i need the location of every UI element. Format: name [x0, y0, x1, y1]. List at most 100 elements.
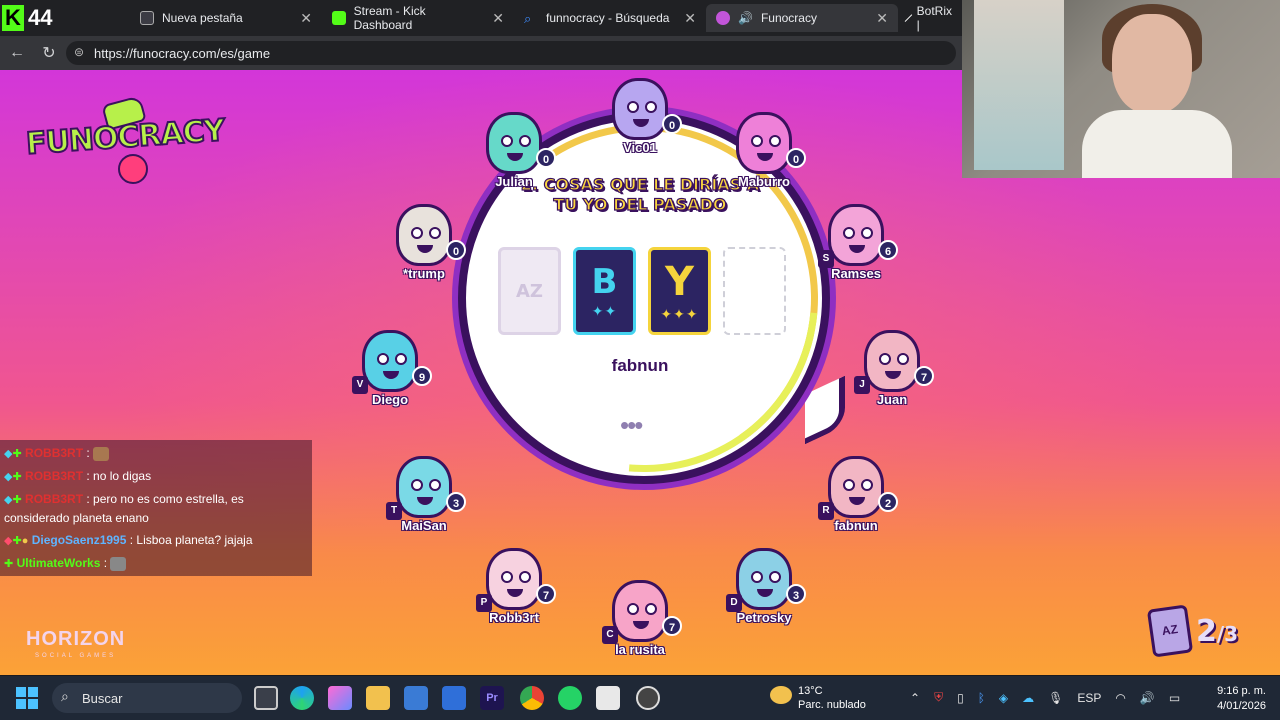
eye-icon [395, 353, 407, 365]
star-icon: ✦✦ [591, 304, 618, 320]
letter-slots: AZ B ✦✦ Y ✦✦✦ [498, 247, 786, 335]
weather-desc: Parc. nublado [798, 699, 866, 711]
usb-icon[interactable]: ▯ [957, 691, 964, 705]
tab-funocracy[interactable]: 🔊 Funocracy ✕ [706, 4, 898, 32]
player-score: 0 [446, 240, 466, 260]
close-icon[interactable]: ✕ [876, 10, 888, 27]
url-field[interactable]: ⊜ https://funocracy.com/es/game [66, 41, 956, 65]
player-name: *trump [403, 266, 445, 281]
player-card: P 7 Robb3rt [474, 548, 556, 638]
microphone-icon[interactable]: 🎙 [1048, 691, 1063, 705]
weather-temp: 13°C [798, 685, 823, 697]
premiere-icon[interactable]: Pr [480, 686, 504, 710]
battery-icon[interactable]: ▭ [1169, 691, 1180, 705]
chevron-up-icon[interactable]: ⌃ [910, 691, 920, 705]
tab-botrix[interactable]: BotRix | [898, 4, 962, 32]
mouth-icon [757, 589, 773, 597]
search-icon: ⌕ [524, 11, 532, 26]
player-card: 0 Vic01 [600, 78, 682, 168]
reload-icon[interactable]: ↻ [34, 43, 64, 63]
player-card: D 3 Petrosky [724, 548, 806, 638]
player-card: 0 Julian [474, 112, 556, 202]
player-avatar [612, 78, 668, 140]
player-score: 2 [878, 492, 898, 512]
bluetooth-icon[interactable]: ᛒ [978, 691, 985, 705]
tab-label: Stream - Kick Dashboard [353, 4, 426, 32]
edge-icon[interactable] [290, 686, 314, 710]
clock[interactable]: 9:16 p. m. 4/01/2026 [1206, 684, 1266, 714]
weather-widget[interactable]: 13°C Parc. nublado [770, 684, 866, 712]
chat-username: DiegoSaenz1995 [31, 533, 127, 547]
kick-count: 44 [28, 5, 53, 30]
tab-busqueda[interactable]: ⌕ funnocracy - Búsqueda ✕ [514, 4, 706, 32]
mouth-icon [849, 497, 865, 505]
task-view-icon[interactable] [254, 686, 278, 710]
capcut-icon[interactable] [596, 686, 620, 710]
webcam-feed [962, 0, 1280, 178]
eye-icon [627, 603, 639, 615]
whatsapp-icon[interactable] [558, 686, 582, 710]
tab-kick-dashboard[interactable]: Stream - Kick Dashboard ✕ [322, 4, 514, 32]
eye-icon [501, 571, 513, 583]
eye-icon [897, 353, 909, 365]
player-name: Robb3rt [489, 610, 539, 625]
windows-start-icon[interactable] [16, 687, 38, 709]
chat-username: ROBB3RT [25, 446, 84, 460]
system-tray: ⌃ ⛨ ▯ ᛒ ◈ ☁ 🎙 ESP ◠ 🔊 ▭ [910, 690, 1180, 705]
kick-icon [332, 11, 346, 25]
face-icon [118, 154, 148, 184]
eye-icon [519, 571, 531, 583]
player-score: 9 [412, 366, 432, 386]
letter-value: AZ [516, 280, 543, 302]
folder-icon[interactable] [366, 686, 390, 710]
close-icon[interactable]: ✕ [492, 10, 504, 27]
badge-icon: ● [21, 535, 29, 547]
mouth-icon [885, 371, 901, 379]
close-icon[interactable]: ✕ [684, 10, 696, 27]
chat-username: ROBB3RT [25, 469, 84, 483]
eye-icon [751, 135, 763, 147]
eye-icon [861, 227, 873, 239]
eye-icon [377, 353, 389, 365]
botrix-icon [904, 14, 913, 22]
player-avatar [864, 330, 920, 392]
mouth-icon [417, 497, 433, 505]
taskbar-search[interactable]: ⌕ Buscar [52, 683, 242, 713]
security-icon[interactable]: ◈ [999, 691, 1008, 705]
emote-icon [93, 446, 110, 461]
horizon-logo: HORIZON SOCIAL GAMES [26, 628, 125, 659]
tab-label: BotRix | [916, 4, 952, 32]
site-info-icon[interactable]: ⊜ [74, 45, 84, 59]
kick-logo-icon: K [2, 5, 24, 31]
tab-label: funnocracy - Búsqueda [546, 11, 670, 25]
back-arrow-icon[interactable]: ← [2, 44, 32, 62]
close-icon[interactable]: ✕ [300, 10, 312, 27]
outlook-icon[interactable] [442, 686, 466, 710]
mouth-icon [633, 119, 649, 127]
player-card: C 7 la rusita [600, 580, 682, 670]
wifi-icon[interactable]: ◠ [1115, 691, 1125, 705]
round-counter: 2/3 [1196, 614, 1238, 649]
chat-message: ◆✚ ROBB3RT : [4, 444, 308, 463]
player-name: la rusita [615, 642, 665, 657]
tab-nueva-pestana[interactable]: Nueva pestaña ✕ [130, 4, 322, 32]
chat-message: ◆✚● DiegoSaenz1995 : Lisboa planeta? jaj… [4, 531, 308, 550]
player-name: Petrosky [736, 610, 792, 625]
language-indicator[interactable]: ESP [1077, 691, 1101, 705]
tab-label: Nueva pestaña [162, 11, 243, 25]
onedrive-icon[interactable]: ☁ [1022, 691, 1034, 705]
funocracy-icon [716, 11, 730, 25]
chrome-icon[interactable] [520, 686, 544, 710]
store-icon[interactable] [404, 686, 428, 710]
obs-icon[interactable] [636, 686, 660, 710]
current-player-name: fabnun [611, 356, 669, 375]
eye-icon [519, 135, 531, 147]
volume-icon[interactable]: 🔊 [1140, 691, 1155, 705]
speaker-icon[interactable]: 🔊 [738, 11, 753, 25]
emote-icon [110, 556, 127, 571]
copilot-icon[interactable] [328, 686, 352, 710]
shield-icon[interactable]: ⛨ [934, 690, 943, 705]
mouth-icon [849, 245, 865, 253]
player-score: 0 [536, 148, 556, 168]
chat-overlay: ◆✚ ROBB3RT : ◆✚ ROBB3RT : no lo digas ◆✚… [0, 440, 312, 576]
